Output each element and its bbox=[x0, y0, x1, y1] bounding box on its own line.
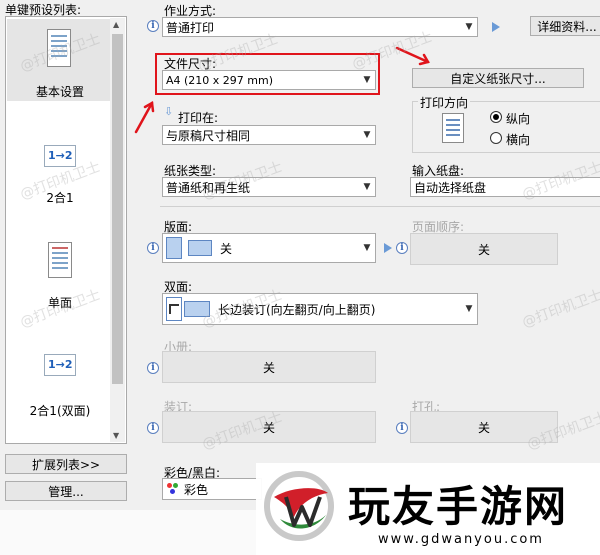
brand-overlay: 玩友手游网 www.gdwanyou.com bbox=[256, 463, 600, 555]
orientation-label: 打印方向 bbox=[418, 94, 471, 111]
portrait-option-label: 纵向 bbox=[506, 112, 531, 126]
landscape-option-label: 横向 bbox=[506, 133, 531, 147]
info-icon[interactable]: i bbox=[147, 422, 159, 434]
chevron-down-icon: ▼ bbox=[363, 182, 371, 192]
duplex-portrait-icon bbox=[166, 297, 182, 321]
down-arrow-icon: ⇩ bbox=[164, 105, 174, 118]
info-icon[interactable]: i bbox=[147, 362, 159, 374]
chevron-down-icon: ▼ bbox=[465, 304, 473, 314]
brand-url: www.gdwanyou.com bbox=[378, 532, 544, 547]
landscape-radio[interactable] bbox=[490, 132, 502, 144]
portrait-radio[interactable] bbox=[490, 111, 502, 123]
print-on-label: 打印在: bbox=[178, 111, 219, 125]
portrait-page-icon bbox=[442, 113, 464, 143]
play-arrow-icon bbox=[384, 243, 392, 253]
page-icon bbox=[166, 237, 182, 259]
color-select[interactable]: 彩色 bbox=[162, 478, 262, 500]
page-landscape-icon bbox=[188, 240, 212, 256]
chevron-down-icon: ▼ bbox=[363, 130, 371, 140]
info-icon[interactable]: i bbox=[396, 422, 408, 434]
chevron-down-icon: ▼ bbox=[363, 243, 371, 253]
info-icon[interactable]: i bbox=[147, 242, 159, 254]
divider bbox=[160, 206, 600, 207]
brand-logo-icon bbox=[264, 471, 334, 541]
info-icon[interactable]: i bbox=[396, 242, 408, 254]
page-order-select[interactable]: 关 bbox=[410, 233, 558, 265]
color-palette-icon bbox=[166, 483, 180, 495]
layout-select[interactable]: 关 ▼ bbox=[162, 233, 376, 263]
print-on-select[interactable]: 与原稿尺寸相同 ▼ bbox=[162, 125, 376, 145]
booklet-select[interactable]: 关 bbox=[162, 351, 376, 383]
brand-name: 玩友手游网 bbox=[348, 482, 569, 531]
